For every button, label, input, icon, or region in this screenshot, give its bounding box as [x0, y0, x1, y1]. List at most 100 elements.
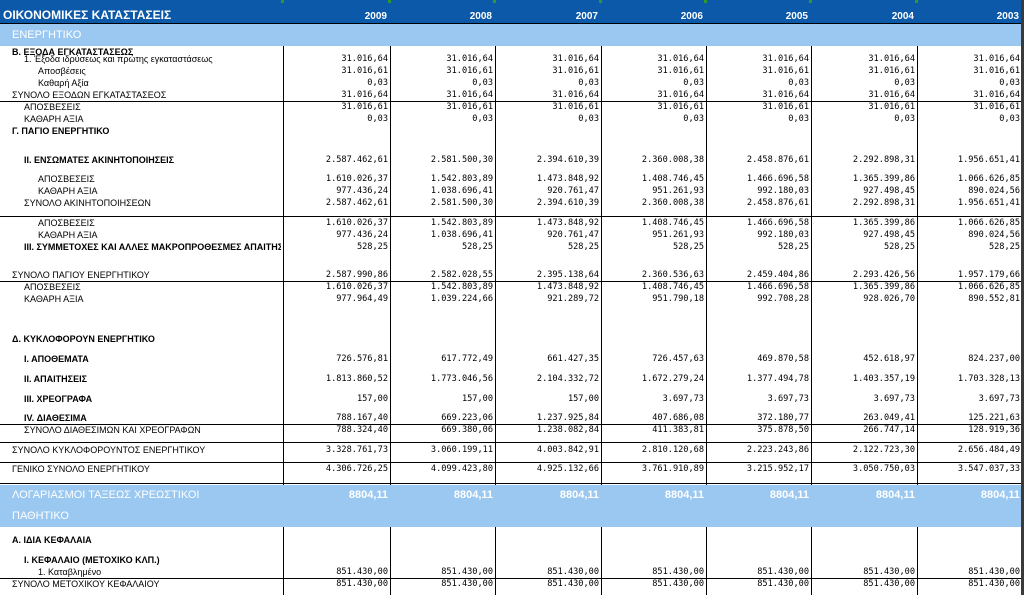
table-row: ΓΕΝΙΚΟ ΣΥΝΟΛΟ ΕΝΕΡΓΗΤΙΚΟΥ 4.306.726,25 4.0… — [0, 463, 1024, 475]
value-cell-2004: 528,25 — [883, 242, 915, 252]
table-row: ΑΠΟΣΒΕΣΕΙΣ 1.610.026,37 1.542.803,89 1.473.… — [0, 217, 1024, 229]
value-cell-2009: 2.587.990,86 — [325, 270, 388, 280]
value-cell-2008: 617.772,49 — [441, 354, 493, 364]
total-separator — [0, 462, 1022, 463]
year-header-2007: 2007 — [575, 11, 598, 22]
value-cell-2004: 452.618,97 — [863, 354, 915, 364]
value-cell-2004: 927.498,45 — [863, 230, 915, 240]
value-cell-2003: 0,03 — [999, 114, 1020, 124]
sheet-title: ΟΙΚΟΝΟΜΙΚΕΣ ΚΑΤΑΣΤΑΣΕΙΣ — [3, 8, 172, 22]
value-cell-2006: 407.686,08 — [652, 413, 704, 423]
value-cell-2007: 851.430,00 — [547, 579, 599, 589]
row-label: ΑΠΟΣΒΕΣΕΙΣ — [38, 174, 95, 184]
column-marker — [493, 0, 496, 3]
value-cell-2008: 31.016,61 — [446, 102, 493, 112]
value-cell-2004: 851.430,00 — [863, 567, 915, 577]
value-cell-2003: 1.066.626,85 — [957, 218, 1020, 228]
value-cell-2007: 920.761,47 — [547, 186, 599, 196]
value-cell-2008: 2.581.500,30 — [430, 155, 493, 165]
value-cell-2007: 31.016,64 — [552, 90, 599, 100]
year-header-2004: 2004 — [891, 11, 914, 22]
total-separator — [0, 424, 1022, 425]
row-label: Δ. ΚΥΚΛΟΦΟΡΟΥΝ ΕΝΕΡΓΗΤΙΚΟ — [12, 334, 155, 344]
value-cell-2009: 0,03 — [367, 78, 388, 88]
value-cell-2003: 1.066.626,85 — [957, 282, 1020, 292]
value-cell-2006: 3.761.910,89 — [641, 464, 704, 474]
value-cell-2009: 2.587.462,61 — [325, 198, 388, 208]
value-cell-2005: 992.180,03 — [757, 186, 809, 196]
value-cell-2007: 31.016,64 — [552, 54, 599, 64]
value-cell-2003: 31.016,64 — [973, 54, 1020, 64]
total-separator — [0, 483, 1022, 484]
value-cell-2003: 1.703.328,13 — [957, 374, 1020, 384]
row-label: ΙΙ. ΑΠΑΙΤΗΣΕΙΣ — [24, 374, 87, 384]
table-row: Αποσβέσεις 31.016,61 31.016,61 31.016,61 31.… — [0, 65, 1024, 77]
value-cell-2005: 2.459.404,86 — [746, 270, 809, 280]
value-cell-2009: 31.016,61 — [341, 66, 388, 76]
total-separator — [0, 578, 1022, 579]
row-label: ΚΑΘΑΡΗ ΑΞΙΑ — [24, 114, 84, 124]
table-row: 1. Καταβλημένο 851.430,00 851.430,00 851.43… — [0, 567, 1024, 578]
value-cell-2005: 3.215.952,17 — [746, 464, 809, 474]
header-row: ΟΙΚΟΝΟΜΙΚΕΣ ΚΑΤΑΣΤΑΣΕΙΣ 2009 2008 2007 2006… — [0, 0, 1024, 24]
value-cell-2007: 920.761,47 — [547, 230, 599, 240]
value-cell-2009: 851.430,00 — [336, 567, 388, 577]
year-header-2008: 2008 — [469, 11, 492, 22]
value-cell-2004: 1.365.399,86 — [852, 282, 915, 292]
value-cell-2005: 372.180,77 — [757, 413, 809, 423]
value-cell-2003: 824.237,00 — [968, 354, 1020, 364]
column-marker — [599, 0, 602, 3]
value-cell-2007: 4.925.132,66 — [536, 464, 599, 474]
year-header-2006: 2006 — [680, 11, 703, 22]
value-cell-2007: 2.394.610,39 — [536, 198, 599, 208]
row-label: ΣΥΝΟΛΟ ΔΙΑΘΕΣΙΜΩΝ ΚΑΙ ΧΡΕΟΓΡΑΦΩΝ — [24, 425, 201, 435]
value-cell-2009: 977.436,24 — [336, 230, 388, 240]
section-band-label: ΠΑΘΗΤΙΚΟ — [12, 510, 69, 522]
value-cell-2008: 1.038.696,41 — [430, 186, 493, 196]
value-cell-2003: 31.016,64 — [973, 90, 1020, 100]
value-cell-2006: 951.261,93 — [652, 186, 704, 196]
row-label: 1. Καταβλημένο — [38, 567, 102, 577]
value-cell-2005: 8804,11 — [769, 489, 809, 501]
column-marker — [809, 0, 812, 3]
value-cell-2004: 927.498,45 — [863, 186, 915, 196]
row-label: Ι. ΑΠΟΘΕΜΑΤΑ — [24, 354, 89, 364]
table-row: ΣΥΝΟΛΟ ΔΙΑΘΕΣΙΜΩΝ ΚΑΙ ΧΡΕΟΓΡΑΦΩΝ 788.324,… — [0, 424, 1024, 436]
value-cell-2008: 851.430,00 — [441, 567, 493, 577]
value-cell-2005: 0,03 — [788, 78, 809, 88]
value-cell-2005: 1.466.696,58 — [746, 218, 809, 228]
value-cell-2007: 1.237.925,84 — [536, 413, 599, 423]
value-cell-2006: 2.810.120,68 — [641, 445, 704, 455]
column-divider — [811, 46, 812, 485]
column-divider — [706, 46, 707, 485]
value-cell-2007: 851.430,00 — [547, 567, 599, 577]
column-divider — [283, 527, 284, 595]
row-label: Ι. ΚΕΦΑΛΑΙΟ (ΜΕΤΟΧΙΚΟ ΚΛΠ.) — [24, 555, 160, 565]
value-cell-2003: 851.430,00 — [968, 579, 1020, 589]
value-cell-2006: 3.697,73 — [662, 394, 704, 404]
value-cell-2009: 1.813.860,52 — [325, 374, 388, 384]
table-row: ΙΙ. ΑΠΑΙΤΗΣΕΙΣ 1.813.860,52 1.773.046,56 2.… — [0, 373, 1024, 385]
value-cell-2009: 788.167,40 — [336, 413, 388, 423]
row-label: ΣΥΝΟΛΟ ΕΞΟΔΩΝ ΕΓΚΑΤΑΣΤΑΣΕΟΣ — [12, 90, 167, 100]
value-cell-2008: 1.039.224,66 — [430, 294, 493, 304]
value-cell-2006: 0,03 — [683, 78, 704, 88]
column-marker — [388, 0, 391, 3]
column-divider — [601, 527, 602, 595]
value-cell-2007: 661.427,35 — [547, 354, 599, 364]
value-cell-2005: 992.180,03 — [757, 230, 809, 240]
table-row: ΑΠΟΣΒΕΣΕΙΣ 31.016,61 31.016,61 31.016,61 31.… — [0, 101, 1024, 113]
row-label: ΙΙ. ΕΝΣΩΜΑΤΕΣ ΑΚΙΝΗΤΟΠΟΙΗΣΕΙΣ — [24, 155, 175, 165]
value-cell-2007: 921.289,72 — [547, 294, 599, 304]
value-cell-2006: 2.360.008,38 — [641, 155, 704, 165]
value-cell-2005: 31.016,61 — [762, 66, 809, 76]
value-cell-2003: 0,03 — [999, 78, 1020, 88]
value-cell-2006: 1.408.746,45 — [641, 218, 704, 228]
value-cell-2005: 31.016,64 — [762, 54, 809, 64]
table-row: ΙΙΙ. ΣΥΜΜΕΤΟΧΕΣ ΚΑΙ ΑΛΛΕΣ ΜΑΚΡΟΠΡΟΘΕΣΜΕΣ… — [0, 241, 1024, 253]
value-cell-2005: 1.466.696,58 — [746, 174, 809, 184]
total-separator — [0, 442, 1022, 443]
table-row: Καθαρή Αξία 0,03 0,03 0,03 0,03 0,03 0,03 0,03 — [0, 77, 1024, 89]
value-cell-2005: 992.708,28 — [757, 294, 809, 304]
value-cell-2009: 1.610.026,37 — [325, 218, 388, 228]
